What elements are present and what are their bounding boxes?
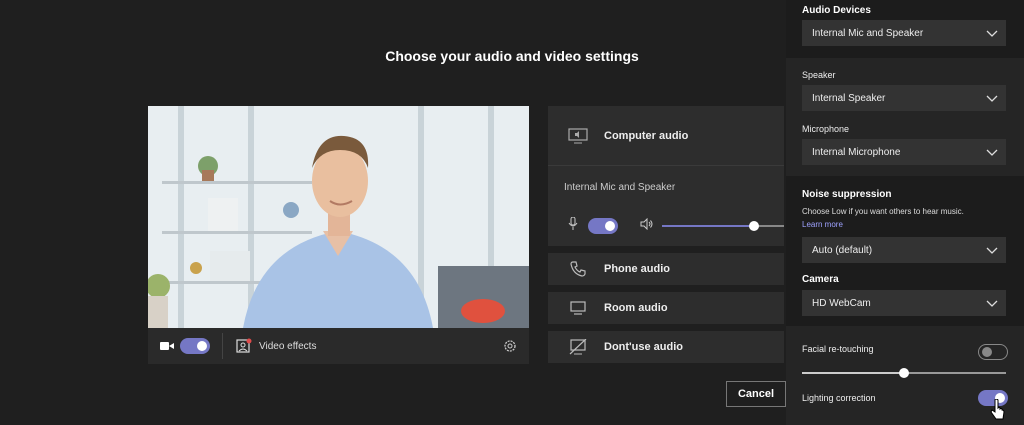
volume-slider-fill xyxy=(662,225,754,227)
video-preview xyxy=(148,106,529,328)
room-display-icon xyxy=(568,298,588,318)
no-audio-icon xyxy=(568,337,588,357)
learn-more-link[interactable]: Learn more xyxy=(802,220,843,229)
facial-retouching-toggle[interactable] xyxy=(978,344,1008,360)
dont-use-audio-option[interactable]: Dont'use audio xyxy=(548,331,784,363)
cancel-button[interactable]: Cancel xyxy=(726,381,786,407)
divider xyxy=(222,333,223,359)
mouse-cursor-icon xyxy=(990,399,1005,420)
camera-label: Camera xyxy=(802,274,839,285)
facial-retouching-slider[interactable] xyxy=(802,368,1006,378)
volume-slider-thumb[interactable] xyxy=(748,221,759,231)
noise-suppression-label: Noise suppression xyxy=(802,189,892,200)
gear-icon[interactable] xyxy=(501,337,519,355)
noise-camera-section: Noise suppression Choose Low if you want… xyxy=(786,176,1024,326)
speaker-value: Internal Speaker xyxy=(812,92,886,104)
room-audio-label: Room audio xyxy=(604,302,668,314)
chevron-down-icon xyxy=(986,300,998,307)
microphone-value: Internal Microphone xyxy=(812,146,901,158)
video-control-bar: Video effects xyxy=(148,328,529,364)
video-effects-label[interactable]: Video effects xyxy=(259,341,316,352)
speaker-microphone-section: Speaker Internal Speaker Microphone Inte… xyxy=(786,58,1024,176)
phone-icon xyxy=(568,259,588,279)
audio-devices-label: Audio Devices xyxy=(802,5,871,16)
computer-audio-option[interactable]: Computer audio Internal Mic and Speaker xyxy=(548,106,784,246)
phone-audio-option[interactable]: Phone audio xyxy=(548,253,784,285)
dont-use-audio-label: Dont'use audio xyxy=(604,341,684,353)
microphone-toggle[interactable] xyxy=(588,217,618,234)
volume-slider[interactable] xyxy=(662,221,784,231)
computer-speaker-icon xyxy=(568,126,588,146)
camera-icon xyxy=(158,337,176,355)
computer-audio-device: Internal Mic and Speaker xyxy=(564,182,676,193)
facial-retouching-label: Facial re-touching xyxy=(802,344,874,354)
camera-dropdown[interactable]: HD WebCam xyxy=(802,290,1006,316)
computer-audio-header[interactable]: Computer audio xyxy=(548,106,784,166)
chevron-down-icon xyxy=(986,247,998,254)
noise-suppression-dropdown[interactable]: Auto (default) xyxy=(802,237,1006,263)
chevron-down-icon xyxy=(986,30,998,37)
speaker-dropdown[interactable]: Internal Speaker xyxy=(802,85,1006,111)
audio-devices-value: Internal Mic and Speaker xyxy=(812,27,924,39)
microphone-dropdown[interactable]: Internal Microphone xyxy=(802,139,1006,165)
device-settings-panel: Audio Devices Internal Mic and Speaker S… xyxy=(786,0,1024,425)
camera-value: HD WebCam xyxy=(812,297,871,309)
mic-controls xyxy=(568,216,654,234)
audio-devices-section: Audio Devices Internal Mic and Speaker xyxy=(786,0,1024,58)
phone-audio-label: Phone audio xyxy=(604,263,670,275)
facial-retouching-slider-fill xyxy=(802,372,904,374)
camera-toggle[interactable] xyxy=(180,338,210,354)
lighting-correction-label: Lighting correction xyxy=(802,393,876,403)
page: Choose your audio and video settings Vid… xyxy=(0,0,1024,425)
microphone-icon xyxy=(568,216,578,234)
computer-audio-label: Computer audio xyxy=(604,129,689,142)
audio-devices-dropdown[interactable]: Internal Mic and Speaker xyxy=(802,20,1006,46)
noise-suppression-hint: Choose Low if you want others to hear mu… xyxy=(802,207,964,216)
speaker-volume-icon xyxy=(640,217,654,233)
chevron-down-icon xyxy=(986,95,998,102)
microphone-label: Microphone xyxy=(802,124,850,134)
chevron-down-icon xyxy=(986,149,998,156)
facial-retouching-slider-thumb[interactable] xyxy=(899,368,909,378)
room-audio-option[interactable]: Room audio xyxy=(548,292,784,324)
speaker-label: Speaker xyxy=(802,70,836,80)
noise-suppression-value: Auto (default) xyxy=(812,244,873,256)
video-preview-image xyxy=(148,106,529,328)
video-effects-icon[interactable] xyxy=(235,337,253,355)
